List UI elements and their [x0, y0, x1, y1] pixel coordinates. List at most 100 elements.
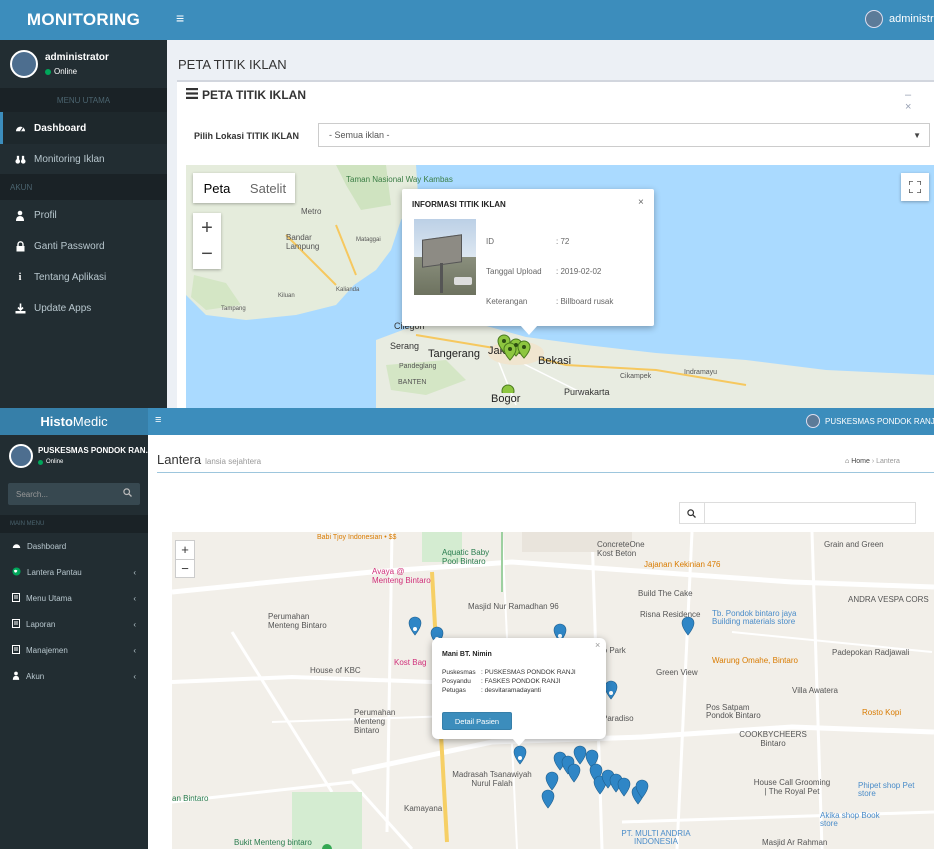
sidebar-item-label: Dashboard [27, 541, 67, 551]
map-label: Tangerang [428, 348, 480, 360]
status-dot-icon [38, 459, 43, 465]
popup-pointer [512, 738, 526, 746]
breadcrumb-home[interactable]: Home [851, 458, 870, 465]
sidebar-toggle-icon[interactable]: ≡ [176, 10, 184, 26]
sidebar-item-laporan[interactable]: Laporan ‹ [0, 611, 148, 637]
list-icon [186, 88, 198, 102]
info-window-values: : 72 : 2019-02-02 : Billboard rusak [556, 227, 613, 317]
info-value-note: : Billboard rusak [556, 297, 614, 306]
popup-value-puskesmas: : PUSKESMAS PONDOK RANJI [481, 669, 576, 676]
user-menu-name: administrat [889, 13, 934, 25]
location-select[interactable]: - Semua iklan - ▼ [318, 123, 930, 147]
popup-label-puskesmas: Puskesmas [442, 669, 476, 676]
dashboard-icon [14, 123, 26, 134]
map-type-satelit-button[interactable]: Satelit [241, 181, 295, 196]
caret-down-icon: ▼ [913, 130, 921, 140]
sidebar-item-profil[interactable]: Profil [0, 200, 167, 231]
brand-logo[interactable]: MONITORING [0, 0, 167, 40]
sidebar-item-akun[interactable]: Akun ‹ [0, 663, 148, 689]
sidebar-item-dashboard[interactable]: Dashboard [0, 533, 148, 559]
zoom-in-button[interactable]: + [181, 541, 189, 559]
detail-pasien-button[interactable]: Detail Pasien [442, 712, 512, 730]
popup-value-posyandu: : FASKES PONDOK RANJI [481, 678, 561, 685]
map-view[interactable]: Babi Tjoy Indonesian • $$ Aquatic Baby P… [172, 532, 934, 849]
map-type-control: Peta Satelit [193, 173, 295, 203]
sidebar-item-label: Ganti Password [34, 241, 105, 252]
search-placeholder: Search... [16, 489, 49, 499]
close-icon[interactable]: × [595, 640, 600, 650]
user-avatar [10, 50, 38, 78]
box-title-label: PETA TITIK IKLAN [202, 88, 306, 102]
map-label: Bogor [491, 393, 521, 405]
zoom-in-button[interactable]: + [201, 215, 213, 241]
map-search-input[interactable] [679, 502, 916, 524]
chevron-left-icon: ‹ [133, 567, 136, 577]
map-view[interactable]: Taman Nasional Way Kambas Metro Bandar L… [186, 165, 934, 408]
sidebar-item-lantera-pantau[interactable]: Lantera Pantau ‹ [0, 559, 148, 585]
box-tools[interactable]: – × [905, 89, 934, 113]
brand-logo[interactable]: Histo Medic [0, 408, 148, 435]
info-window-labels: ID Tanggal Upload Keterangan [486, 227, 542, 317]
map-label: BANTEN [398, 379, 427, 386]
map-marker-cluster[interactable] [496, 333, 576, 393]
sidebar-item-label: Menu Utama [26, 593, 72, 603]
sidebar-item-manajemen[interactable]: Manajemen ‹ [0, 637, 148, 663]
sidebar-toggle-icon[interactable]: ≡ [155, 414, 161, 426]
monitoring-app: MONITORING ≡ administrat administrator O… [0, 0, 934, 408]
popup-label-petugas: Petugas [442, 687, 466, 694]
user-menu-name: PUSKESMAS PONDOK RANJI [825, 416, 934, 426]
fullscreen-button[interactable] [901, 173, 929, 201]
sidebar-section-header: MENU UTAMA [0, 88, 167, 112]
info-icon: i [18, 272, 22, 283]
user-status-label: Online [54, 67, 78, 76]
info-label-id: ID [486, 237, 494, 246]
map-label: Tampang [221, 306, 246, 312]
box-title: PETA TITIK IKLAN [186, 88, 306, 102]
histomedic-app: Histo Medic ≡ PUSKESMAS PONDOK RANJI PUSK… [0, 408, 934, 849]
brand-light: Medic [72, 414, 108, 429]
user-status: Online [38, 459, 63, 465]
sidebar-search-input[interactable]: Search... [8, 483, 140, 505]
map-label: Mataggai [356, 237, 381, 243]
info-label-date: Tanggal Upload [486, 267, 542, 276]
info-value-date: : 2019-02-02 [556, 267, 602, 276]
sidebar-item-update-apps[interactable]: Update Apps [0, 293, 167, 324]
avatar [865, 10, 883, 28]
map-label: Bandar Lampung [286, 233, 320, 251]
map-label: Taman Nasional Way Kambas [346, 175, 453, 184]
sidebar-item-label: Monitoring Iklan [34, 153, 105, 165]
sidebar-item-dashboard[interactable]: Dashboard [0, 112, 167, 144]
zoom-out-button[interactable]: − [176, 558, 194, 578]
home-icon: ⌂ [845, 458, 850, 465]
sidebar-item-monitoring-iklan[interactable]: Monitoring Iklan [0, 144, 167, 174]
user-menu[interactable]: PUSKESMAS PONDOK RANJI [806, 414, 934, 428]
sidebar-item-ganti-password[interactable]: Ganti Password [0, 231, 167, 262]
close-icon[interactable]: × [638, 197, 644, 208]
status-dot-icon [45, 68, 51, 75]
user-status-label: Online [46, 459, 64, 465]
info-window-pointer [520, 325, 538, 335]
sidebar-item-label: Laporan [26, 619, 56, 629]
park-pin-icon [322, 844, 332, 849]
sidebar-item-menu-utama[interactable]: Menu Utama ‹ [0, 585, 148, 611]
sidebar-item-label: Update Apps [34, 303, 92, 314]
sidebar-item-label: Profil [34, 210, 57, 221]
chevron-left-icon: ‹ [133, 671, 136, 681]
sidebar-item-tentang-aplikasi[interactable]: i Tentang Aplikasi [0, 262, 167, 293]
map-label: Cikampek [620, 373, 652, 380]
book-icon [12, 592, 20, 604]
user-name: PUSKESMAS PONDOK RAN. [38, 446, 148, 455]
zoom-out-button[interactable]: − [201, 241, 213, 267]
map-label: Kalianda [336, 287, 360, 293]
user-menu[interactable]: administrat [865, 10, 934, 28]
map-type-peta-button[interactable]: Peta [193, 181, 241, 196]
map-label: Indramayu [684, 369, 718, 376]
search-button[interactable] [679, 502, 705, 524]
chevron-left-icon: ‹ [133, 619, 136, 629]
sidebar-item-label: Tentang Aplikasi [34, 272, 107, 283]
sidebar-item-label: Akun [26, 671, 45, 681]
sidebar-item-label: Manajemen [26, 645, 68, 655]
sidebar-section-header: MAIN MENU [0, 515, 148, 533]
avatar [806, 414, 820, 428]
page-subtitle: lansia sejahtera [205, 457, 262, 466]
